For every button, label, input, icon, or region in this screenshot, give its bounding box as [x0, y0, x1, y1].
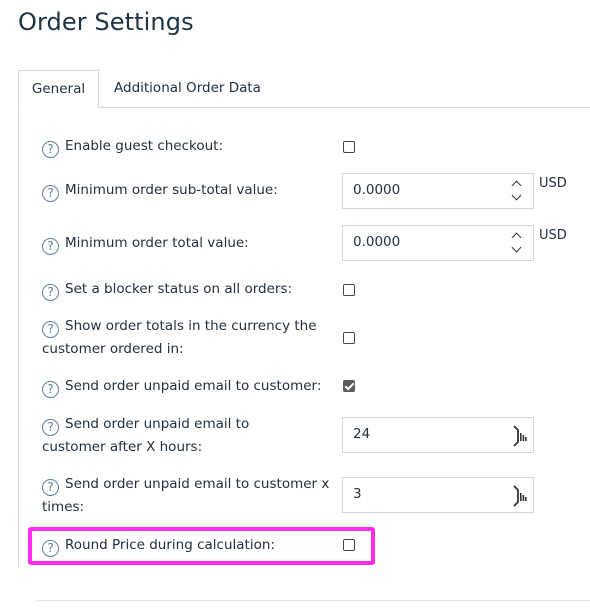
help-icon[interactable]: ? — [42, 185, 59, 202]
help-icon[interactable]: ? — [42, 381, 59, 398]
help-icon[interactable]: ? — [42, 540, 59, 557]
page-title: Order Settings — [18, 8, 194, 36]
currency-totals-label: Show order totals in the currency the cu… — [42, 318, 317, 357]
min-total-label: Minimum order total value: — [65, 235, 249, 251]
min-subtotal-input[interactable]: 0.0000 — [342, 173, 534, 209]
chevron-up-icon[interactable] — [511, 180, 522, 191]
unpaid-email-times-value: 3 — [353, 486, 362, 502]
help-icon[interactable]: ? — [42, 141, 59, 158]
guest-checkout-checkbox[interactable] — [343, 141, 355, 153]
unpaid-email-times-input[interactable]: 3 — [342, 477, 534, 513]
unpaid-email-hours-value: 24 — [353, 426, 371, 442]
min-subtotal-value: 0.0000 — [353, 182, 401, 198]
panel-border — [18, 107, 19, 567]
blocker-status-label: Set a blocker status on all orders: — [65, 281, 293, 297]
tab-general[interactable]: General — [18, 70, 99, 108]
help-icon[interactable]: ? — [42, 321, 59, 338]
help-icon[interactable]: ? — [42, 419, 59, 436]
min-total-unit: USD — [539, 228, 567, 243]
round-price-checkbox[interactable] — [343, 539, 355, 551]
min-total-spinner[interactable] — [511, 228, 523, 258]
chevron-down-icon[interactable] — [511, 190, 522, 201]
tab-divider — [99, 107, 590, 108]
unpaid-email-label: Send order unpaid email to customer: — [65, 378, 322, 394]
spinner-icon[interactable] — [511, 484, 527, 508]
min-subtotal-label: Minimum order sub-total value: — [65, 182, 278, 198]
guest-checkout-label: Enable guest checkout: — [65, 138, 224, 154]
round-price-label: Round Price during calculation: — [65, 537, 275, 553]
divider — [36, 600, 590, 601]
currency-totals-checkbox[interactable] — [343, 332, 355, 344]
unpaid-email-hours-label: Send order unpaid email to customer afte… — [42, 416, 250, 455]
tab-bar: General Additional Order Data — [18, 70, 590, 108]
min-total-input[interactable]: 0.0000 — [342, 225, 534, 261]
blocker-status-checkbox[interactable] — [343, 284, 355, 296]
chevron-up-icon[interactable] — [511, 232, 522, 243]
chevron-down-icon[interactable] — [511, 242, 522, 253]
spinner-icon[interactable] — [511, 424, 527, 448]
help-icon[interactable]: ? — [42, 238, 59, 255]
unpaid-email-times-label: Send order unpaid email to customer x ti… — [42, 476, 330, 515]
min-subtotal-unit: USD — [539, 176, 567, 191]
unpaid-email-hours-input[interactable]: 24 — [342, 417, 534, 453]
min-subtotal-spinner[interactable] — [511, 176, 523, 206]
min-total-value: 0.0000 — [353, 234, 401, 250]
help-icon[interactable]: ? — [42, 284, 59, 301]
unpaid-email-checkbox[interactable] — [343, 380, 355, 392]
tab-additional-order-data[interactable]: Additional Order Data — [114, 70, 261, 108]
help-icon[interactable]: ? — [42, 479, 59, 496]
